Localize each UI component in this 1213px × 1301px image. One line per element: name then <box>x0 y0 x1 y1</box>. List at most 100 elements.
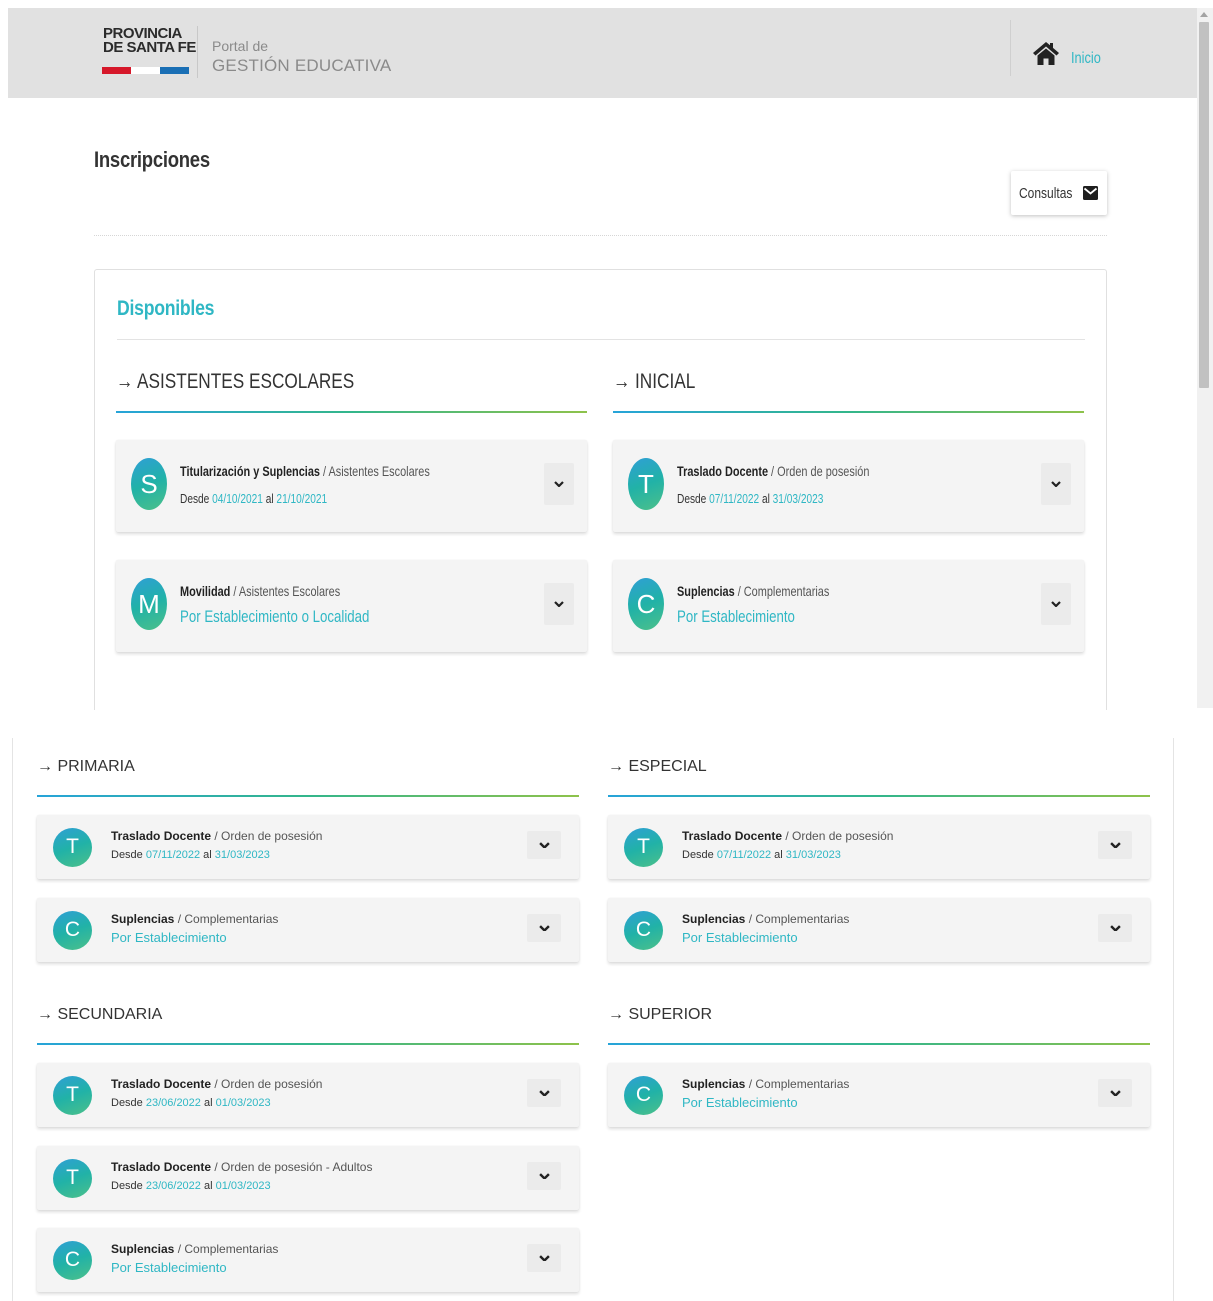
flag-blue-stripe <box>160 67 189 74</box>
date-prefix: Desde <box>111 849 146 861</box>
panel-left-edge <box>12 738 13 1301</box>
scroll-up-arrow-icon[interactable] <box>1200 12 1208 17</box>
letter-badge: C <box>628 578 664 630</box>
chevron-down-icon <box>1109 924 1121 932</box>
inscription-card[interactable]: C Suplencias / Complementarias Por Estable… <box>37 1228 579 1292</box>
date-to: 01/03/2023 <box>215 1180 271 1192</box>
card-title-rest: / Orden de posesión - Adultos <box>211 1160 373 1174</box>
chevron-down-icon <box>554 601 564 607</box>
home-icon[interactable] <box>1032 40 1060 66</box>
card-title-rest: / Complementarias <box>734 583 830 599</box>
expand-button[interactable] <box>527 1162 561 1190</box>
expand-button[interactable] <box>1098 831 1132 859</box>
flag-stripe-icon <box>102 67 189 74</box>
letter-badge: S <box>131 458 167 510</box>
card-title-rest: / Complementarias <box>174 1242 279 1256</box>
inscription-card[interactable]: T Traslado Docente / Orden de posesión Des… <box>37 1063 579 1127</box>
inscription-card[interactable]: C Suplencias / Complementarias Por Estable… <box>37 898 579 962</box>
inscription-card[interactable]: T Traslado Docente / Orden de posesión Des… <box>608 815 1150 879</box>
inscription-card[interactable]: C Suplencias / Complementarias Por Estable… <box>613 560 1084 652</box>
card-title-bold: Traslado Docente <box>677 463 769 479</box>
establishment-link[interactable]: Por Establecimiento o Localidad <box>180 607 369 627</box>
title-divider <box>94 235 1107 236</box>
date-to: 21/10/2021 <box>276 491 328 506</box>
section-heading: → PRIMARIA <box>37 758 135 775</box>
section-rule <box>608 1043 1150 1045</box>
letter-badge: C <box>53 1240 92 1280</box>
card-title: Suplencias / Complementarias <box>677 583 829 599</box>
panel-divider <box>117 339 1085 340</box>
card-title: Suplencias / Complementarias <box>682 912 849 926</box>
card-title-bold: Suplencias <box>111 912 175 926</box>
letter-badge: T <box>628 458 664 510</box>
expand-button[interactable] <box>527 1244 561 1272</box>
section-heading: → ESPECIAL <box>608 758 707 775</box>
date-to: 31/03/2023 <box>772 491 824 506</box>
chevron-down-icon <box>538 924 550 932</box>
expand-button[interactable] <box>1041 463 1071 505</box>
chevron-down-icon <box>538 1254 550 1262</box>
card-title: Suplencias / Complementarias <box>111 1242 278 1256</box>
establishment-link[interactable]: Por Establecimiento <box>682 1095 798 1110</box>
chevron-down-icon <box>538 1172 550 1180</box>
expand-button[interactable] <box>544 463 574 505</box>
date-separator: al <box>200 1097 216 1109</box>
card-title-rest: / Orden de posesión <box>768 463 870 479</box>
panel-title: Disponibles <box>117 297 215 320</box>
portal-subtitle: Portal de <box>212 38 269 54</box>
letter-badge: T <box>53 1158 92 1198</box>
expand-button[interactable] <box>1041 583 1071 625</box>
card-title-bold: Movilidad <box>180 583 231 599</box>
section-rule <box>608 795 1150 797</box>
section-heading: → INICIAL <box>613 370 696 393</box>
card-title: Traslado Docente / Orden de posesión <box>682 829 893 843</box>
establishment-link[interactable]: Por Establecimiento <box>677 607 795 627</box>
inscription-card[interactable]: C Suplencias / Complementarias Por Estable… <box>608 1063 1150 1127</box>
consultas-button[interactable]: Consultas <box>1011 171 1107 215</box>
card-title: Traslado Docente / Orden de posesión <box>677 463 869 479</box>
expand-button[interactable] <box>527 914 561 942</box>
province-logo[interactable]: PROVINCIA DE SANTA FE <box>96 26 196 84</box>
chevron-down-icon <box>538 1089 550 1097</box>
scrollbar-thumb[interactable] <box>1199 22 1209 388</box>
expand-button[interactable] <box>544 583 574 625</box>
card-title-rest: / Orden de posesión <box>782 829 894 843</box>
expand-button[interactable] <box>1098 1079 1132 1107</box>
inscription-card[interactable]: T Traslado Docente / Orden de posesión Des… <box>37 815 579 879</box>
chevron-down-icon <box>538 841 550 849</box>
inscription-card[interactable]: T Traslado Docente / Orden de posesión Des… <box>613 440 1084 532</box>
card-title: Suplencias / Complementarias <box>682 1077 849 1091</box>
date-to: 31/03/2023 <box>785 849 841 861</box>
inscription-card[interactable]: M Movilidad / Asistentes Escolares Por Est… <box>116 560 587 652</box>
inscription-card[interactable]: C Suplencias / Complementarias Por Estable… <box>608 898 1150 962</box>
card-title-rest: / Asistentes Escolares <box>230 583 341 599</box>
date-prefix: Desde <box>111 1180 146 1192</box>
card-title-rest: / Orden de posesión <box>211 829 323 843</box>
card-title-bold: Suplencias <box>682 1077 746 1091</box>
top-screenshot: PROVINCIA DE SANTA FE Portal de GESTIÓN … <box>0 0 1213 710</box>
chevron-down-icon <box>1109 841 1121 849</box>
home-link[interactable]: Inicio <box>1071 50 1101 68</box>
establishment-link[interactable]: Por Establecimiento <box>682 930 798 945</box>
establishment-link[interactable]: Por Establecimiento <box>111 930 227 945</box>
date-range: Desde 07/11/2022 al 31/03/2023 <box>682 849 841 861</box>
inscription-card[interactable]: T Traslado Docente / Orden de posesión - … <box>37 1146 579 1210</box>
chevron-down-icon <box>1051 601 1061 607</box>
card-title-rest: / Asistentes Escolares <box>319 463 430 479</box>
site-header: PROVINCIA DE SANTA FE Portal de GESTIÓN … <box>8 8 1197 98</box>
establishment-link[interactable]: Por Establecimiento <box>111 1260 227 1275</box>
flag-red-stripe <box>102 67 131 74</box>
letter-badge: M <box>131 578 167 630</box>
expand-button[interactable] <box>527 831 561 859</box>
section-heading: → ASISTENTES ESCOLARES <box>116 370 355 393</box>
date-range: Desde 07/11/2022 al 31/03/2023 <box>111 849 270 861</box>
inscription-card[interactable]: S Titularización y Suplencias / Asistente… <box>116 440 587 532</box>
card-title: Suplencias / Complementarias <box>111 912 278 926</box>
date-separator: al <box>200 1180 216 1192</box>
expand-button[interactable] <box>527 1079 561 1107</box>
expand-button[interactable] <box>1098 914 1132 942</box>
card-title-bold: Traslado Docente <box>111 1077 212 1091</box>
home-divider <box>1010 20 1011 76</box>
card-title-bold: Suplencias <box>682 912 746 926</box>
date-from: 07/11/2022 <box>716 849 772 861</box>
